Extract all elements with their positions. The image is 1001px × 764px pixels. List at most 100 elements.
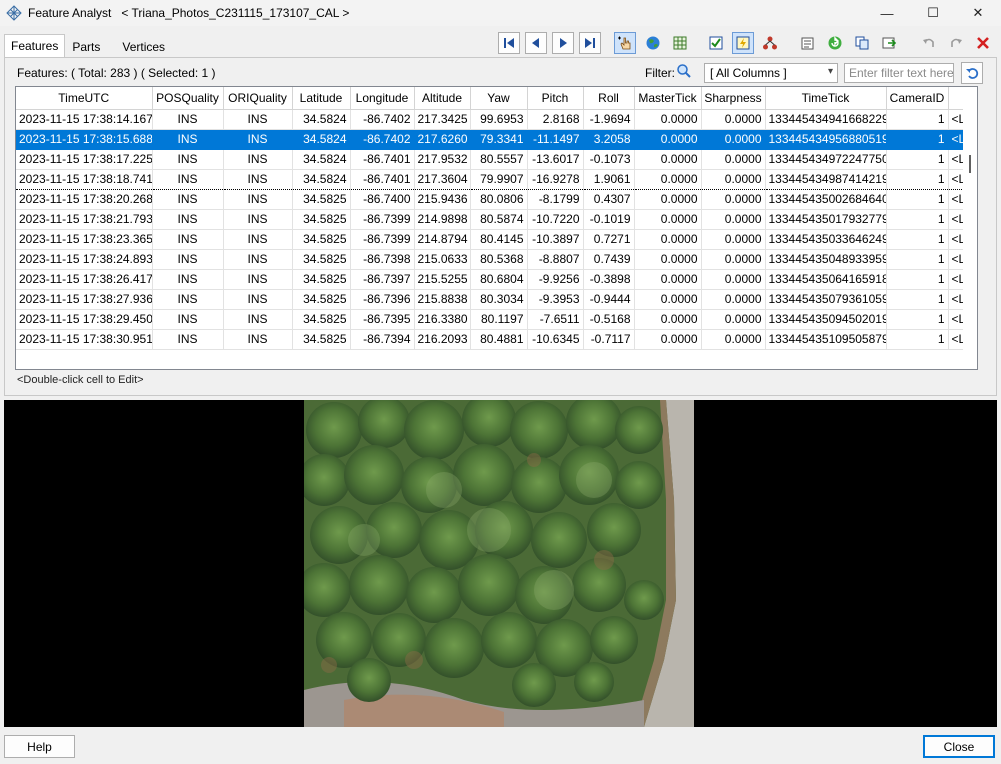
network-button[interactable]: [759, 32, 781, 54]
table-row[interactable]: 2023-11-15 17:38:23.365 INS INS 34.5825 -86.…: [16, 229, 977, 250]
table-view-button[interactable]: [669, 32, 691, 54]
table-row[interactable]: 2023-11-15 17:38:27.936 INS INS 34.5825 -86.…: [16, 289, 977, 310]
column-header[interactable]: CameraID: [886, 87, 949, 110]
table-cell[interactable]: INS: [223, 309, 293, 330]
close-button[interactable]: Close: [923, 735, 995, 758]
vertical-scroll-thumb[interactable]: [969, 155, 971, 173]
table-cell[interactable]: INS: [152, 109, 224, 130]
pan-to-feature-button[interactable]: [614, 32, 636, 54]
table-cell[interactable]: -0.1019: [583, 209, 635, 230]
table-cell[interactable]: -0.3898: [583, 269, 635, 290]
column-header[interactable]: TimeTick: [765, 87, 887, 110]
table-cell[interactable]: -10.7220: [527, 209, 584, 230]
table-cell[interactable]: 217.9532: [414, 149, 471, 170]
table-cell[interactable]: 34.5824: [292, 149, 351, 170]
column-header[interactable]: Pitch: [527, 87, 584, 110]
table-cell[interactable]: 1: [886, 269, 949, 290]
help-button[interactable]: Help: [4, 735, 75, 758]
table-cell[interactable]: 1: [886, 129, 949, 150]
table-cell[interactable]: 216.2093: [414, 329, 471, 350]
table-cell[interactable]: -86.7401: [350, 149, 415, 170]
table-cell[interactable]: 217.6260: [414, 129, 471, 150]
table-cell[interactable]: 34.5825: [292, 209, 351, 230]
close-window-button[interactable]: ✕: [955, 0, 1001, 26]
table-cell[interactable]: 0.0000: [634, 209, 702, 230]
table-cell[interactable]: 2023-11-15 17:38:20.268: [16, 189, 153, 210]
table-cell[interactable]: 0.0000: [701, 109, 766, 130]
table-cell[interactable]: 34.5824: [292, 129, 351, 150]
table-cell[interactable]: -0.1073: [583, 149, 635, 170]
table-cell[interactable]: 215.9436: [414, 189, 471, 210]
table-cell[interactable]: 0.0000: [634, 109, 702, 130]
table-cell[interactable]: 1: [886, 168, 949, 190]
table-cell[interactable]: INS: [152, 329, 224, 350]
table-cell[interactable]: 34.5825: [292, 289, 351, 310]
table-cell[interactable]: INS: [223, 168, 293, 190]
table-cell[interactable]: 1: [886, 289, 949, 310]
column-header[interactable]: Altitude: [414, 87, 471, 110]
table-cell[interactable]: INS: [152, 168, 224, 190]
table-cell[interactable]: -10.6345: [527, 329, 584, 350]
table-cell[interactable]: 216.3380: [414, 309, 471, 330]
table-cell[interactable]: 0.0000: [634, 269, 702, 290]
column-header[interactable]: Latitude: [292, 87, 351, 110]
table-cell[interactable]: INS: [223, 269, 293, 290]
table-cell[interactable]: -86.7399: [350, 229, 415, 250]
table-cell[interactable]: 1: [886, 209, 949, 230]
table-cell[interactable]: INS: [152, 129, 224, 150]
table-cell[interactable]: 1: [886, 309, 949, 330]
table-cell[interactable]: 2023-11-15 17:38:14.167: [16, 109, 153, 130]
table-cell[interactable]: 0.0000: [701, 168, 766, 190]
copy-button[interactable]: [851, 32, 873, 54]
table-cell[interactable]: -86.7402: [350, 109, 415, 130]
table-cell[interactable]: INS: [223, 289, 293, 310]
column-header[interactable]: POSQuality: [152, 87, 224, 110]
table-row[interactable]: 2023-11-15 17:38:17.225 INS INS 34.5824 -86.…: [16, 149, 977, 170]
table-cell[interactable]: 79.3341: [470, 129, 528, 150]
table-cell[interactable]: 1: [886, 149, 949, 170]
table-cell[interactable]: 80.1197: [470, 309, 528, 330]
table-cell[interactable]: INS: [152, 209, 224, 230]
column-header[interactable]: Roll: [583, 87, 635, 110]
table-cell[interactable]: -8.8807: [527, 249, 584, 270]
table-cell[interactable]: 2023-11-15 17:38:30.951: [16, 329, 153, 350]
column-header[interactable]: Yaw: [470, 87, 528, 110]
table-cell[interactable]: 34.5825: [292, 329, 351, 350]
table-cell[interactable]: 133445435002684640: [765, 189, 887, 210]
table-cell[interactable]: 0.0000: [634, 289, 702, 310]
minimize-button[interactable]: —: [864, 0, 910, 26]
table-cell[interactable]: INS: [223, 109, 293, 130]
table-cell[interactable]: -11.1497: [527, 129, 584, 150]
table-cell[interactable]: -86.7395: [350, 309, 415, 330]
features-grid[interactable]: TimeUTC POSQuality ORIQuality Latitude Longi…: [15, 86, 978, 370]
table-cell[interactable]: 133445434956880519: [765, 129, 887, 150]
table-cell[interactable]: 133445435094502019: [765, 309, 887, 330]
table-cell[interactable]: 2023-11-15 17:38:23.365: [16, 229, 153, 250]
table-cell[interactable]: 0.7439: [583, 249, 635, 270]
auto-update-button[interactable]: [732, 32, 754, 54]
table-cell[interactable]: -86.7394: [350, 329, 415, 350]
table-cell[interactable]: -16.9278: [527, 168, 584, 190]
table-cell[interactable]: 0.0000: [634, 249, 702, 270]
table-cell[interactable]: 1.9061: [583, 168, 635, 190]
table-cell[interactable]: -0.9444: [583, 289, 635, 310]
table-cell[interactable]: 133445435064165918: [765, 269, 887, 290]
table-cell[interactable]: 0.0000: [701, 309, 766, 330]
table-cell[interactable]: INS: [223, 129, 293, 150]
table-cell[interactable]: 217.3604: [414, 168, 471, 190]
table-cell[interactable]: -9.3953: [527, 289, 584, 310]
table-cell[interactable]: INS: [152, 269, 224, 290]
table-cell[interactable]: 80.3034: [470, 289, 528, 310]
filter-column-select[interactable]: [ All Columns ] ▾: [704, 63, 838, 83]
table-cell[interactable]: 2023-11-15 17:38:26.417: [16, 269, 153, 290]
table-cell[interactable]: 0.0000: [634, 329, 702, 350]
table-cell[interactable]: 0.0000: [701, 149, 766, 170]
table-cell[interactable]: -86.7396: [350, 289, 415, 310]
table-cell[interactable]: INS: [223, 209, 293, 230]
table-cell[interactable]: 34.5824: [292, 168, 351, 190]
table-cell[interactable]: 1: [886, 229, 949, 250]
photo-viewer[interactable]: [4, 400, 997, 727]
table-cell[interactable]: 0.0000: [701, 329, 766, 350]
table-cell[interactable]: 0.0000: [634, 189, 702, 210]
table-cell[interactable]: 34.5825: [292, 309, 351, 330]
